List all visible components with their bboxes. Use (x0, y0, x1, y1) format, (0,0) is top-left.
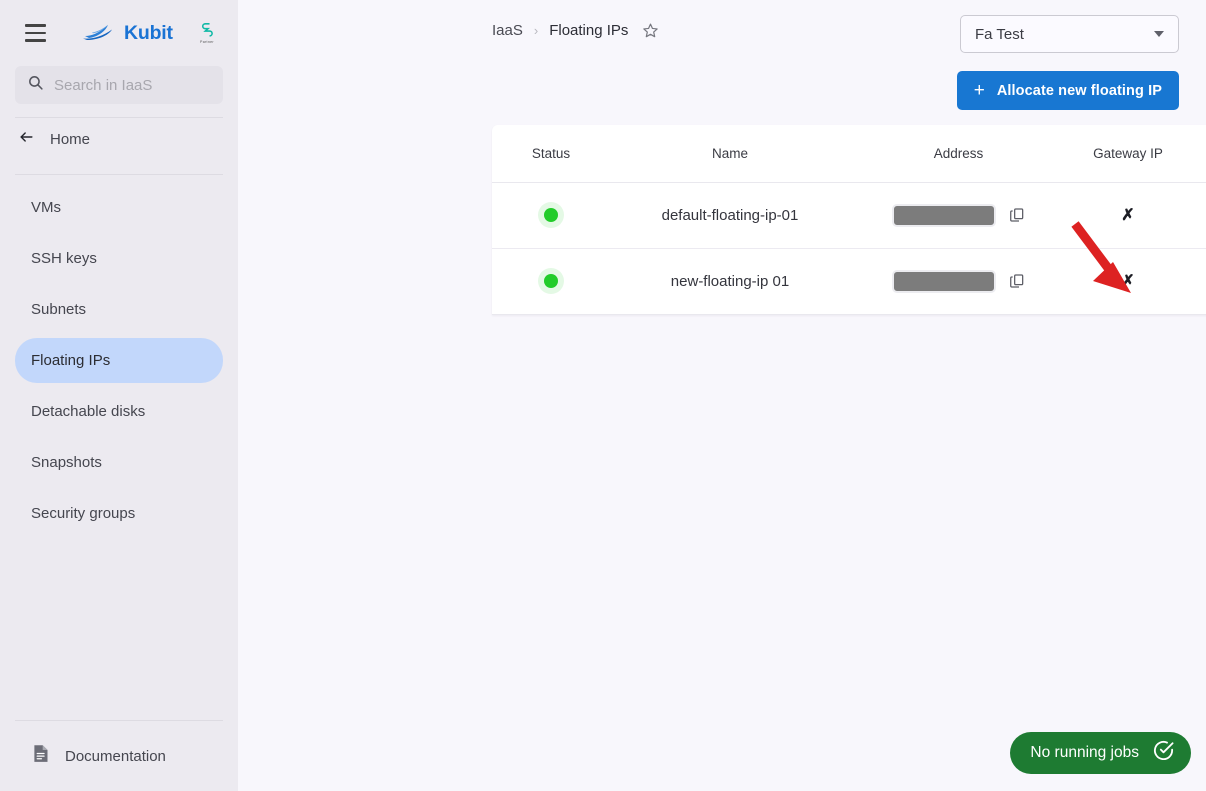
sidebar-item-floating-ips-label: Floating IPs (31, 352, 111, 369)
sidebar-item-vms-label: VMs (31, 199, 61, 216)
sidebar-item-detachable-disks-label: Detachable disks (31, 403, 146, 420)
sidebar-item-documentation[interactable]: Documentation (0, 721, 238, 791)
cell-address (850, 182, 1067, 248)
table-header: Status Name Address Gateway IP Connected… (492, 125, 1206, 182)
sidebar-item-detachable-disks[interactable]: Detachable disks (15, 389, 223, 434)
sidebar-item-security-groups[interactable]: Security groups (15, 491, 223, 536)
chevron-down-icon (1154, 31, 1164, 37)
breadcrumb-item-iaas[interactable]: IaaS (492, 22, 523, 39)
cell-gateway-ip: ✗ (1067, 248, 1189, 315)
brand-name: Kubit (124, 21, 173, 44)
brand[interactable]: Kubit (83, 21, 173, 45)
sidebar-item-documentation-label: Documentation (65, 747, 166, 765)
arrow-left-icon (17, 129, 36, 150)
partner-logo: Partner (192, 22, 222, 44)
search-input[interactable] (54, 76, 211, 94)
cell-gateway-ip: ✗ (1067, 182, 1189, 248)
star-outline-icon[interactable] (642, 22, 659, 39)
cell-name: default-floating-ip-01 (661, 206, 799, 224)
redacted-address (892, 203, 996, 227)
status-indicator-dot (544, 208, 558, 222)
cell-connected: ✗ (1189, 248, 1206, 315)
breadcrumb-separator: › (533, 23, 539, 38)
allocate-new-floating-ip-button[interactable]: + Allocate new floating IP (956, 71, 1179, 110)
cell-address (850, 248, 1067, 315)
red-pointer-arrow (1071, 221, 1131, 293)
cell-connected: ✓ (Debian-rke) (1189, 182, 1206, 248)
sidebar-item-snapshots[interactable]: Snapshots (15, 440, 223, 485)
sidebar-item-home[interactable]: Home (0, 118, 238, 161)
cell-status (492, 182, 610, 248)
cell-status (492, 248, 610, 315)
sidebar-search-wrap (0, 66, 238, 104)
redacted-address (892, 269, 996, 293)
gateway-ip-mark: ✗ (1121, 273, 1135, 290)
table-row: default-floating-ip-01 ✗ (492, 182, 1206, 248)
column-header-status: Status (531, 145, 571, 161)
column-header-address: Address (933, 145, 984, 161)
plus-icon: + (973, 80, 985, 101)
sidebar-nav: VMs SSH keys Subnets Floating IPs Detach… (0, 175, 238, 539)
table-header-row: Status Name Address Gateway IP Connected… (492, 125, 1206, 182)
kubit-boat-logo (83, 21, 117, 45)
breadcrumb-item-floating-ips[interactable]: Floating IPs (549, 22, 628, 39)
table-row: new-floating-ip 01 ✗ (492, 248, 1206, 315)
column-header-gateway-ip: Gateway IP (1093, 145, 1163, 161)
cell-name: new-floating-ip 01 (610, 248, 850, 315)
search-icon (27, 74, 44, 96)
sidebar-footer: Documentation (0, 720, 238, 791)
sidebar-item-floating-ips[interactable]: Floating IPs (15, 338, 223, 383)
main-content: IaaS › Floating IPs Fa Test + Allocate n… (238, 0, 1206, 791)
check-circle-icon (1152, 739, 1175, 767)
sidebar-item-ssh-keys-label: SSH keys (31, 250, 97, 267)
app-root: Kubit Partner Search in IaaS Home VMs SS… (0, 0, 1206, 791)
running-jobs-status-badge[interactable]: No running jobs (1010, 732, 1191, 774)
project-select[interactable]: Fa Test (960, 15, 1179, 53)
column-header-connected: Connected (1189, 125, 1206, 182)
floating-ips-table-card: Status Name Address Gateway IP Connected… (492, 125, 1206, 315)
table-body: default-floating-ip-01 ✗ new-floating-ip… (492, 182, 1206, 315)
status-indicator-dot (544, 274, 558, 288)
partner-logo-caption: Partner (200, 40, 214, 44)
copy-icon[interactable] (1009, 207, 1025, 223)
allocate-button-label: Allocate new floating IP (996, 82, 1162, 99)
document-icon (30, 742, 51, 770)
copy-icon[interactable] (1009, 273, 1025, 289)
running-jobs-label: No running jobs (1030, 744, 1139, 761)
column-header-name: Name (711, 145, 748, 161)
hamburger-icon[interactable] (18, 16, 52, 50)
gateway-ip-mark: ✗ (1121, 207, 1135, 224)
sidebar-item-subnets[interactable]: Subnets (15, 287, 223, 332)
sidebar-item-security-groups-label: Security groups (31, 505, 136, 522)
sidebar-header: Kubit Partner (0, 0, 238, 66)
sidebar-item-subnets-label: Subnets (31, 301, 87, 318)
search-box[interactable] (15, 66, 223, 104)
sidebar-item-vms[interactable]: VMs (15, 185, 223, 230)
sidebar: Kubit Partner Search in IaaS Home VMs SS… (0, 0, 238, 791)
sidebar-item-ssh-keys[interactable]: SSH keys (15, 236, 223, 281)
sidebar-item-snapshots-label: Snapshots (31, 454, 102, 471)
sidebar-item-home-label: Home (50, 131, 91, 148)
breadcrumb: IaaS › Floating IPs (492, 22, 659, 39)
project-select-value: Fa Test (975, 25, 1024, 43)
floating-ips-table: Status Name Address Gateway IP Connected… (492, 125, 1206, 315)
